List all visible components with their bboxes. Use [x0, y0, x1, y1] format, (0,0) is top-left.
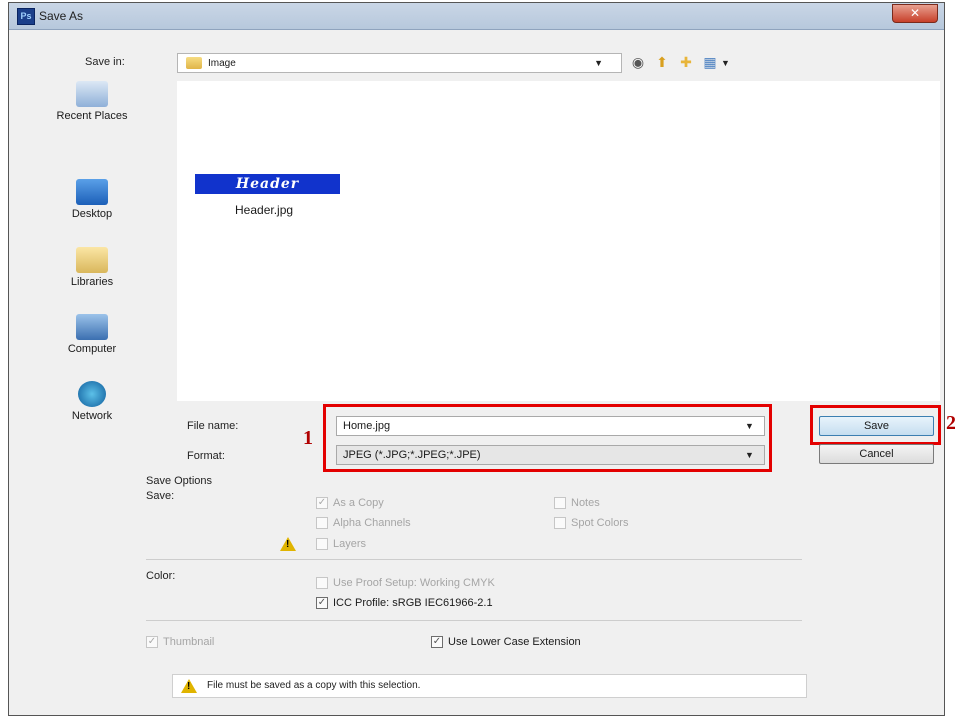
close-button[interactable]: ✕ — [892, 4, 938, 23]
layers-label: Layers — [333, 538, 367, 550]
place-desktop[interactable]: Desktop — [37, 179, 147, 220]
recent-places-icon — [76, 81, 108, 107]
divider — [146, 559, 802, 560]
desktop-icon — [76, 179, 108, 205]
notes-checkbox[interactable] — [554, 497, 566, 509]
view-menu-icon[interactable]: ▦ — [701, 53, 719, 71]
save-in-label: Save in: — [85, 56, 125, 68]
place-label: Desktop — [71, 208, 113, 220]
spot-colors-checkbox[interactable] — [554, 517, 566, 529]
up-folder-icon[interactable]: ⬆ — [653, 53, 671, 71]
annotation-marker-2: 2 — [946, 412, 956, 434]
back-icon[interactable]: ◉ — [629, 53, 647, 71]
cancel-button[interactable]: Cancel — [819, 444, 934, 464]
thumbnail-checkbox[interactable]: ✓ — [146, 636, 158, 648]
file-list[interactable] — [177, 81, 940, 401]
photoshop-icon: Ps — [17, 8, 35, 25]
notes-label: Notes — [571, 497, 600, 509]
message-text: File must be saved as a copy with this s… — [207, 680, 421, 691]
title-bar[interactable]: Ps Save As ✕ — [9, 3, 944, 30]
use-proof-setup-label: Use Proof Setup: Working CMYK — [333, 577, 495, 589]
as-a-copy-label: As a Copy — [333, 497, 384, 509]
save-as-dialog: Ps Save As ✕ Save in: Image ▼ ◉ ⬆ ✚ ▦ ▼ … — [8, 2, 955, 716]
highlight-box-1 — [323, 404, 772, 472]
icc-profile-label: ICC Profile: sRGB IEC61966-2.1 — [333, 597, 493, 609]
divider — [146, 620, 802, 621]
file-name-label[interactable]: Header.jpg — [235, 203, 293, 217]
save-in-value: Image — [208, 58, 236, 69]
view-menu-chevron-icon[interactable]: ▼ — [721, 58, 730, 68]
highlight-box-2 — [810, 405, 941, 445]
folder-icon — [186, 57, 202, 69]
save-in-dropdown[interactable]: Image ▼ — [177, 53, 622, 73]
save-label: Save: — [146, 490, 175, 502]
place-computer[interactable]: Computer — [37, 314, 147, 355]
file-thumbnail[interactable]: Header — [195, 174, 340, 194]
lower-case-extension-label: Use Lower Case Extension — [448, 636, 581, 648]
icc-profile-checkbox[interactable]: ✓ — [316, 597, 328, 609]
as-a-copy-checkbox[interactable]: ✓ — [316, 497, 328, 509]
place-label: Computer — [67, 343, 117, 355]
new-folder-icon[interactable]: ✚ — [677, 53, 695, 71]
computer-icon — [76, 314, 108, 340]
place-label: Recent Places — [56, 110, 128, 122]
warning-icon: ! — [280, 537, 296, 551]
libraries-icon — [76, 247, 108, 273]
place-label: Network — [71, 410, 113, 422]
alpha-channels-checkbox[interactable] — [316, 517, 328, 529]
use-proof-setup-checkbox[interactable] — [316, 577, 328, 589]
format-label: Format: — [187, 450, 225, 462]
places-bar: Recent Places Desktop Libraries Computer… — [37, 81, 187, 422]
place-libraries[interactable]: Libraries — [37, 247, 147, 288]
save-options-heading: Save Options — [146, 475, 213, 487]
place-network[interactable]: Network — [37, 381, 147, 422]
spot-colors-label: Spot Colors — [571, 517, 629, 529]
network-icon — [78, 381, 106, 407]
layers-checkbox[interactable] — [316, 538, 328, 550]
thumbnail-label: Thumbnail — [163, 636, 215, 648]
lower-case-extension-checkbox[interactable]: ✓ — [431, 636, 443, 648]
warning-icon: ! — [181, 679, 197, 693]
file-name-label: File name: — [187, 420, 239, 432]
alpha-channels-label: Alpha Channels — [333, 517, 411, 529]
annotation-marker-1: 1 — [303, 427, 313, 449]
message-box: ! File must be saved as a copy with this… — [172, 674, 807, 698]
chevron-down-icon[interactable]: ▼ — [594, 58, 603, 68]
place-recent-places[interactable]: Recent Places — [37, 81, 147, 122]
place-label: Libraries — [70, 276, 114, 288]
dialog-title: Save As — [39, 9, 84, 23]
color-label: Color: — [146, 570, 176, 582]
